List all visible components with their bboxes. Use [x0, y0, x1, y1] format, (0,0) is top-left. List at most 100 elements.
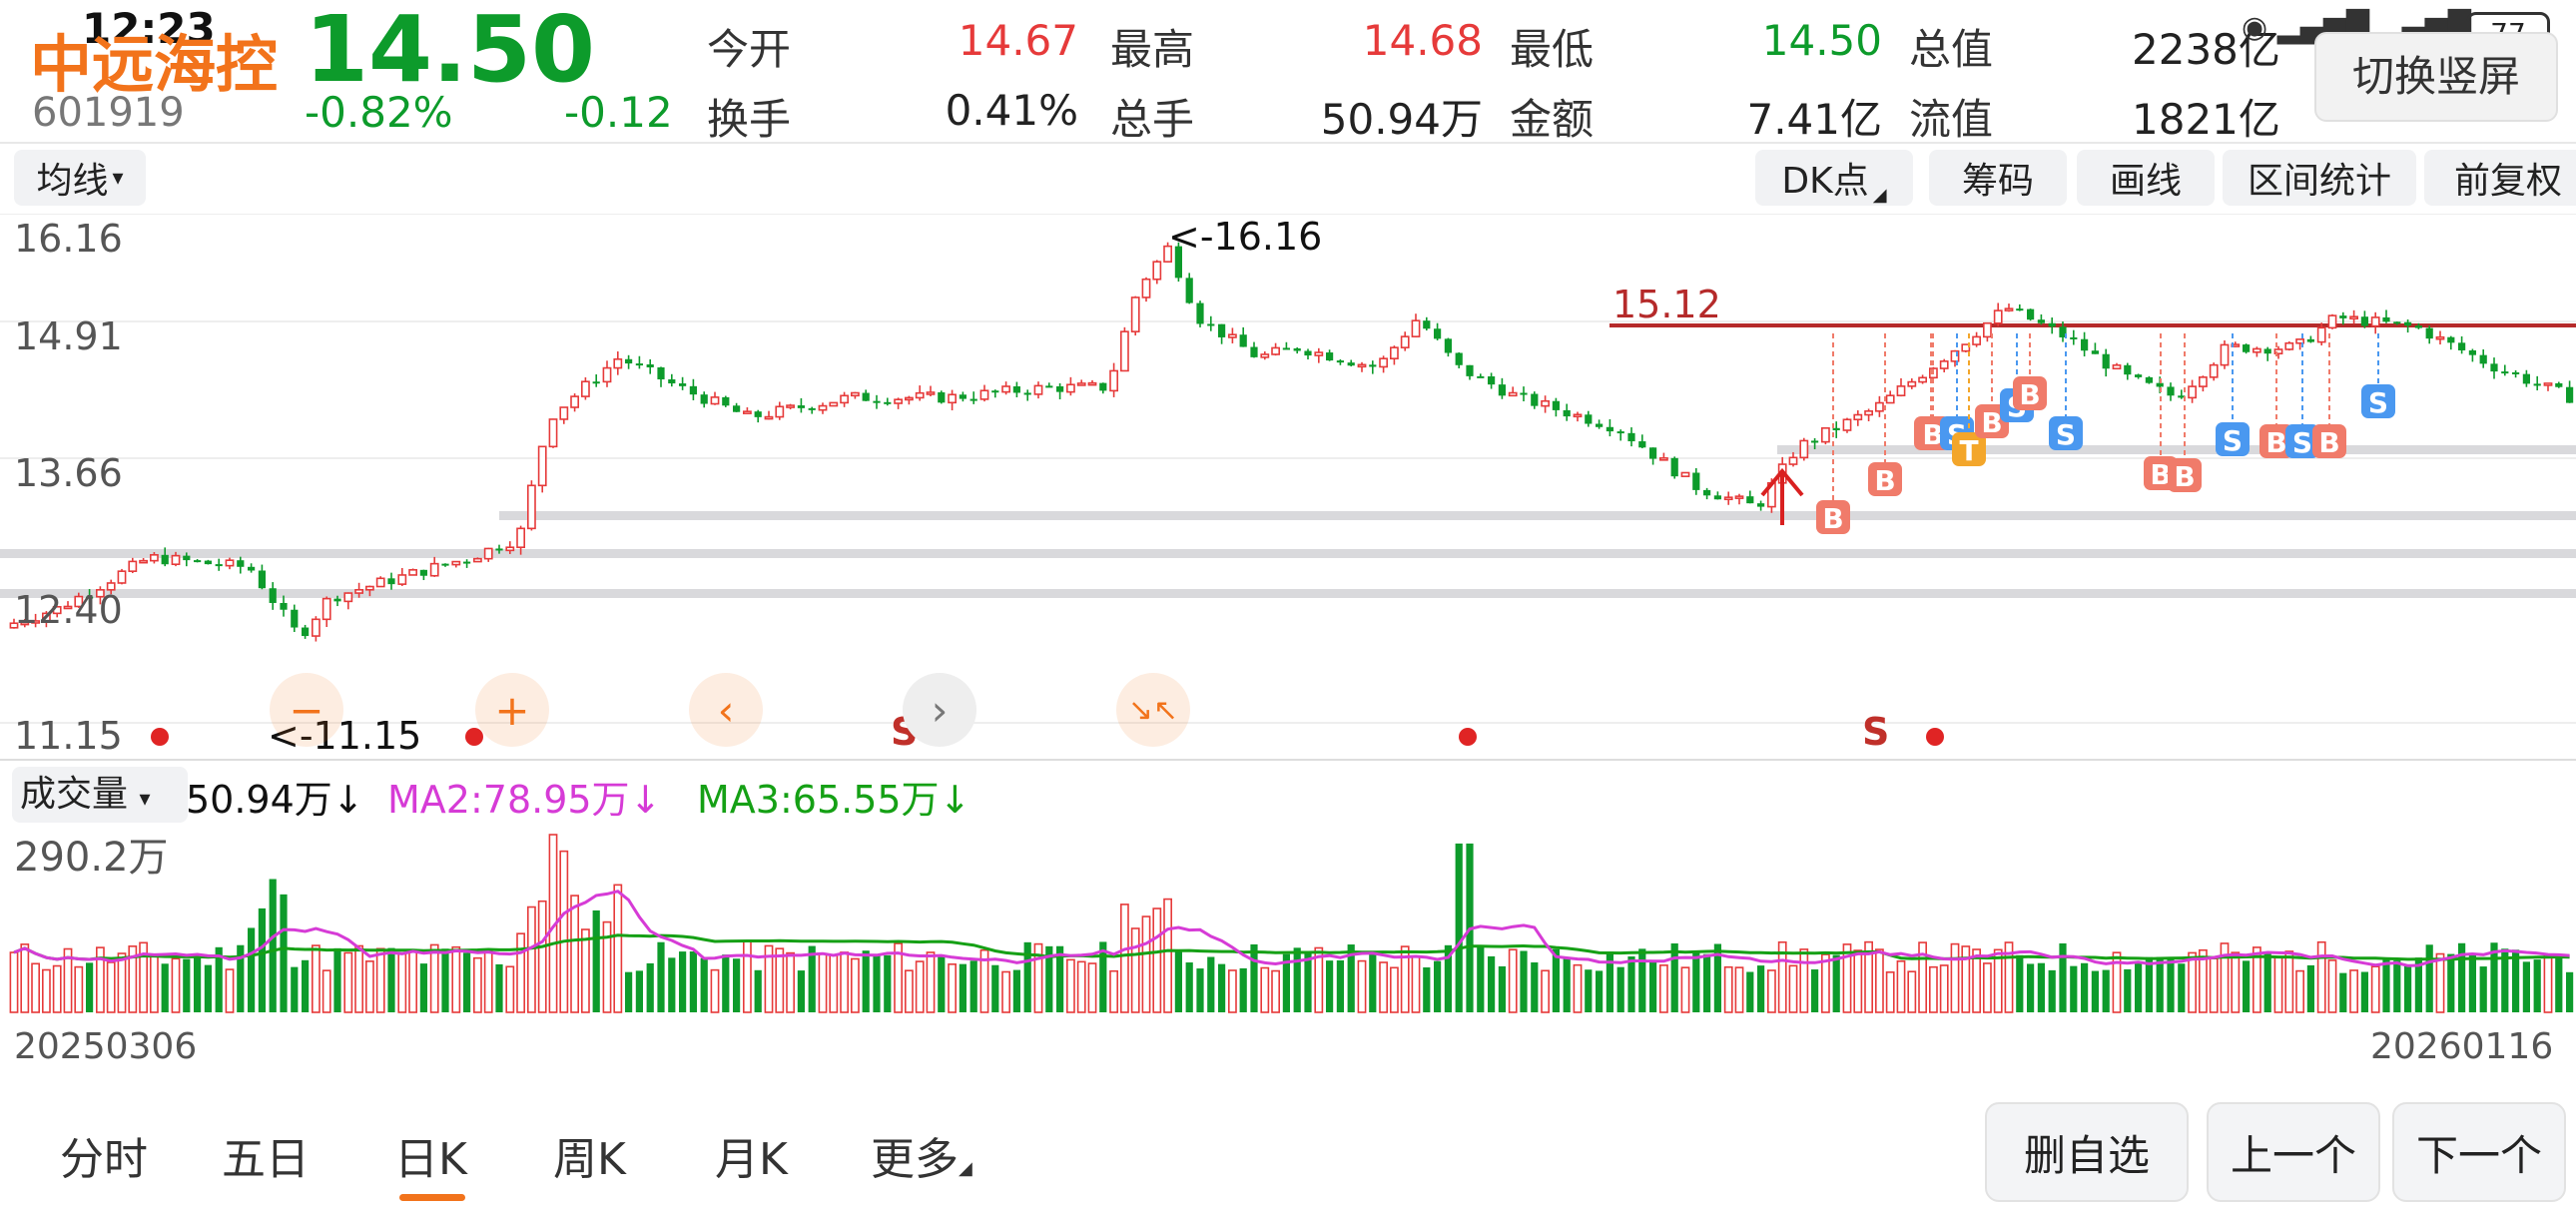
candle [2081, 331, 2089, 357]
volume-bar [2382, 958, 2390, 1012]
chips-button[interactable]: 筹码 [1929, 150, 2067, 206]
volume-selector[interactable]: 成交量 ▾ [12, 767, 188, 823]
candle [1713, 491, 1721, 500]
volume-bar [291, 966, 299, 1012]
candle [1120, 326, 1129, 372]
volume-bar [2435, 952, 2445, 1013]
volume-bar [516, 932, 525, 1013]
trade-marker: B [2013, 333, 2047, 411]
chevron-right-icon[interactable]: › [903, 673, 976, 747]
candle [1585, 410, 1593, 427]
ma-select-button[interactable]: 均线 ▾ [14, 150, 146, 206]
price-adjust-button[interactable]: 前复权 [2424, 150, 2576, 206]
candle [2135, 373, 2143, 379]
change-value: -0.12 [564, 88, 673, 137]
candle [2479, 349, 2487, 368]
candle [128, 557, 138, 574]
svg-text:S: S [2292, 426, 2312, 459]
volume-ma2-line [13, 890, 2570, 967]
volume-bar [1788, 964, 1798, 1013]
volume-bar [1703, 953, 1711, 1012]
draw-line-button[interactable]: 画线 [2077, 150, 2215, 206]
switch-portrait-button[interactable]: 切换竖屏 [2314, 32, 2558, 122]
svg-text:B: B [1874, 464, 1895, 497]
open-value: 14.67 [958, 16, 1078, 65]
volume-bar [1250, 943, 1258, 1012]
candle [225, 557, 235, 570]
tab-monthly-k[interactable]: 月K [715, 1123, 788, 1187]
candle [1466, 364, 1474, 380]
volume-bar [1218, 963, 1226, 1012]
next-stock-button[interactable]: 下一个 [2392, 1102, 2566, 1202]
previous-stock-button[interactable]: 上一个 [2207, 1102, 2380, 1202]
candle [959, 391, 966, 402]
trade-marker: B [2312, 333, 2346, 459]
svg-text:S: S [2368, 386, 2388, 419]
signal-dot [1459, 728, 1477, 746]
volume-bar [441, 948, 449, 1012]
volume-bar [700, 957, 708, 1012]
candle [1596, 419, 1604, 429]
candle [343, 592, 353, 610]
candle [139, 557, 148, 564]
candlestick-chart[interactable]: 16.16 14.91 13.66 12.40 11.15 <-16.16 <-… [0, 214, 2576, 758]
volume-bar [1326, 960, 1334, 1012]
volume-bar [86, 962, 94, 1012]
volume-bar [343, 951, 353, 1013]
candle [1400, 331, 1410, 351]
candle [194, 559, 202, 563]
candle [451, 560, 461, 568]
range-stats-button[interactable]: 区间统计 [2223, 150, 2416, 206]
candle [2360, 310, 2368, 328]
tab-weekly-k[interactable]: 周K [553, 1123, 626, 1187]
volume-bar [280, 894, 288, 1012]
candle [429, 556, 439, 577]
volume-bar [1799, 948, 1809, 1013]
volume-selector-label: 成交量 [20, 774, 129, 815]
candle [559, 406, 569, 424]
chevron-left-icon[interactable]: ‹ [689, 673, 763, 747]
minus-icon[interactable]: − [270, 673, 343, 747]
candle [1304, 348, 1312, 360]
ma-select-label: 均线 [36, 161, 109, 202]
candle [472, 557, 482, 563]
tab-five-day[interactable]: 五日 [222, 1123, 310, 1187]
collapse-icon[interactable]: ↘↖ [1116, 673, 1190, 747]
volume-bar [194, 954, 202, 1012]
candle [818, 402, 828, 414]
dk-point-button[interactable]: DK点 ◢ [1755, 150, 1913, 206]
volume-bar [1638, 948, 1646, 1012]
tab-intraday[interactable]: 分时 [60, 1123, 148, 1187]
dk-point-label: DK点 [1781, 161, 1869, 202]
volume-bar [1207, 956, 1215, 1012]
tab-more[interactable]: 更多◢ [871, 1123, 972, 1187]
remove-watchlist-button[interactable]: 删自选 [1985, 1102, 2189, 1202]
volume-bar [1616, 966, 1624, 1012]
tab-daily-k[interactable]: 日K [394, 1123, 467, 1187]
candle [2112, 362, 2122, 370]
candle [2220, 339, 2230, 369]
float-cap-value: 1821亿 [2132, 95, 2280, 144]
plus-icon[interactable]: + [475, 673, 549, 747]
volume-bar [2404, 964, 2412, 1012]
volume-bar [2243, 960, 2251, 1012]
candle [1853, 410, 1863, 426]
volume-bar [354, 944, 363, 1013]
volume-bar [1239, 967, 1247, 1012]
low-value: 14.50 [1761, 16, 1882, 65]
candle [537, 445, 547, 493]
candle [1799, 437, 1809, 461]
volume-bar [1821, 953, 1830, 1013]
candle [894, 397, 903, 409]
volume-bar [840, 951, 849, 1013]
candle [408, 568, 417, 576]
trade-marker: B [1868, 333, 1902, 497]
volume-bar [505, 965, 515, 1013]
candle [1573, 411, 1583, 422]
volume-bar [1141, 915, 1151, 1013]
volume-bar [1411, 955, 1421, 1013]
volume-bar [463, 952, 471, 1012]
candle [1357, 361, 1367, 372]
volume-bar [9, 951, 19, 1013]
volume-bar [797, 970, 805, 1012]
